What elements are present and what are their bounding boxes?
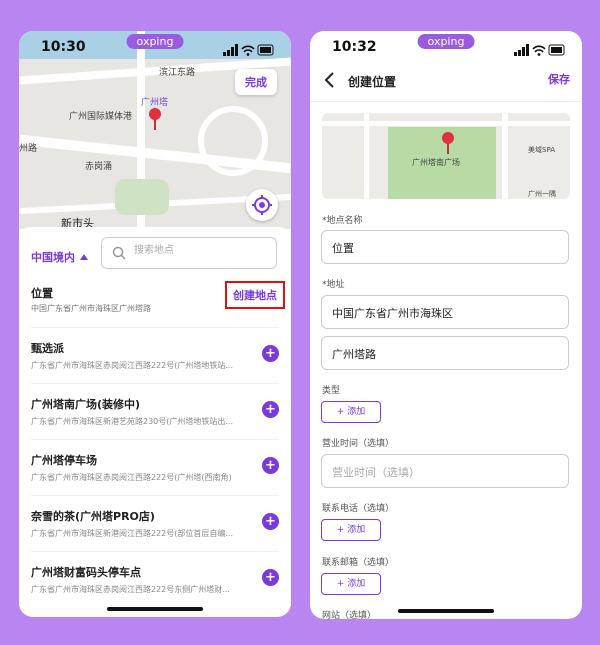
status-time: 10:32: [332, 39, 377, 55]
app-pill: oxping: [126, 34, 184, 49]
add-place-icon[interactable]: +: [262, 345, 279, 362]
done-button[interactable]: 完成: [235, 69, 277, 95]
name-label: *地点名称: [322, 216, 363, 226]
map-label: 滨江东路: [159, 68, 196, 78]
add-place-icon[interactable]: +: [262, 569, 279, 586]
email-label: 联系邮箱（选填）: [322, 558, 395, 568]
add-email-button[interactable]: + 添加: [321, 573, 381, 595]
status-bar: 10:32 oxping: [310, 31, 582, 61]
map-label: 广州一隅: [528, 190, 556, 198]
place-sheet: 中国境内 位置 中国广东省广州市海珠区广州塔路 创建地点 甄选派 广东省广州市海…: [19, 227, 291, 617]
search-box[interactable]: [101, 237, 277, 269]
place-address: 广东省广州市海珠区新港艺苑路230号(广州塔地铁站出...: [31, 417, 234, 426]
caret-up-icon: [80, 254, 88, 260]
signal-wifi-battery-icon: [514, 44, 565, 56]
region-label: 中国境内: [31, 251, 75, 264]
website-label: 网站（选填）: [322, 611, 377, 619]
back-arrow-icon[interactable]: [324, 71, 336, 89]
place-item[interactable]: 奈雪的茶(广州塔PRO店) 广东省广州市海珠区新港阅江西路222号(部位首层自编…: [31, 495, 279, 551]
place-item[interactable]: 广州塔财富码头停车点 广东省广州市海珠区赤岗阅江西路222号东侧广州塔财... …: [31, 551, 279, 607]
map-park: [115, 179, 169, 215]
status-time: 10:30: [41, 39, 86, 55]
add-place-icon[interactable]: +: [262, 457, 279, 474]
signal-wifi-battery-icon: [223, 44, 274, 56]
locate-icon: [252, 195, 272, 215]
hours-field[interactable]: 营业时间（选填）: [321, 454, 569, 488]
location-pin-icon: [442, 132, 454, 154]
locate-button[interactable]: [246, 189, 278, 221]
map-label: 广州国际媒体港: [69, 112, 133, 122]
add-place-icon[interactable]: +: [262, 401, 279, 418]
location-pin-icon: [149, 108, 161, 130]
map-road: [322, 121, 570, 126]
map-label: 州路: [19, 144, 38, 154]
search-input[interactable]: [132, 244, 272, 257]
hours-label: 营业时间（选填）: [322, 439, 395, 449]
map-road: [364, 113, 369, 199]
address-line2-field[interactable]: 广州塔路: [321, 336, 569, 370]
place-address: 广东省广州市海珠区赤岗阅江西路222号东侧广州塔财...: [31, 585, 230, 594]
category-label: 类型: [322, 386, 341, 396]
add-category-button[interactable]: + 添加: [321, 401, 381, 423]
place-address: 广东省广州市海珠区赤岗阅江西路222号(广州塔地铁站...: [31, 361, 234, 370]
add-phone-button[interactable]: + 添加: [321, 519, 381, 541]
search-icon: [112, 246, 126, 260]
map-label: 赤岗涌: [85, 162, 113, 172]
right-phone-screen: 10:32 oxping 创建位置 保存 广州塔南广场 美域SPA 广州一隅 *…: [310, 31, 582, 619]
address-label: *地址: [322, 280, 345, 290]
current-location-address: 中国广东省广州市海珠区广州塔路: [31, 304, 151, 313]
add-place-icon[interactable]: +: [262, 513, 279, 530]
place-address: 广东省广州市海珠区新港阅江西路222号(部位首层自编...: [31, 529, 234, 538]
map-roundabout: [198, 106, 268, 176]
app-pill: oxping: [417, 34, 475, 49]
map-label: 美域SPA: [528, 146, 556, 154]
status-icons: [223, 41, 275, 56]
create-place-button[interactable]: 创建地点: [225, 281, 285, 309]
place-name: 甄选派: [31, 342, 64, 355]
map-label: 广州塔南广场: [412, 158, 460, 167]
status-bar: 10:30 oxping: [19, 31, 291, 61]
place-name: 奈雪的茶(广州塔PRO店): [31, 510, 155, 523]
status-icons: [514, 41, 566, 56]
left-phone-screen: 滨江东路 广州塔 广州国际媒体港 赤岗涌 新市头 州路 10:30 oxping…: [19, 31, 291, 617]
page-title: 创建位置: [348, 75, 397, 89]
place-item[interactable]: 广州塔南广场(装修中) 广东省广州市海珠区新港艺苑路230号(广州塔地铁站出..…: [31, 383, 279, 439]
place-name: 广州塔南广场(装修中): [31, 398, 141, 411]
region-selector[interactable]: 中国境内: [31, 249, 88, 265]
map-road: [502, 113, 508, 199]
nav-bar: 创建位置 保存: [310, 61, 582, 102]
place-address: 广东省广州市海珠区赤岗阅江西路222号(广州塔(西南角): [31, 473, 232, 482]
place-item[interactable]: 广州塔停车场 广东省广州市海珠区赤岗阅江西路222号(广州塔(西南角) +: [31, 439, 279, 495]
home-indicator: [398, 609, 494, 613]
home-indicator: [107, 607, 203, 611]
place-name-field[interactable]: 位置: [321, 230, 569, 264]
place-name: 广州塔停车场: [31, 454, 97, 467]
map-preview[interactable]: 广州塔南广场 美域SPA 广州一隅: [322, 113, 570, 199]
place-name: 广州塔财富码头停车点: [31, 566, 141, 579]
address-line1-field[interactable]: 中国广东省广州市海珠区: [321, 295, 569, 329]
save-button[interactable]: 保存: [548, 71, 570, 87]
current-location-title: 位置: [31, 287, 53, 300]
place-item[interactable]: 甄选派 广东省广州市海珠区赤岗阅江西路222号(广州塔地铁站... +: [31, 327, 279, 383]
phone-label: 联系电话（选填）: [322, 504, 395, 514]
